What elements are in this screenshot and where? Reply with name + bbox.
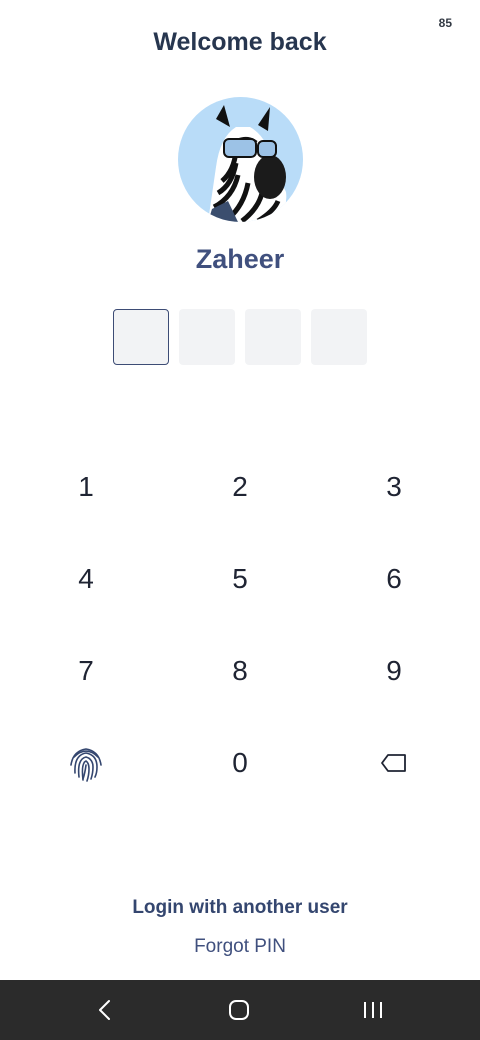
fingerprint-icon: [70, 748, 102, 782]
pin-digit-2[interactable]: [179, 309, 235, 365]
nav-home-button[interactable]: [199, 980, 279, 1040]
pin-digit-3[interactable]: [245, 309, 301, 365]
recents-icon: [364, 1002, 382, 1018]
back-icon: [99, 1000, 110, 1020]
key-8[interactable]: 8: [163, 625, 317, 717]
key-0[interactable]: 0: [163, 717, 317, 809]
home-icon: [229, 1000, 249, 1020]
key-label: 8: [232, 655, 248, 686]
nav-recents-button[interactable]: [333, 980, 413, 1040]
key-label: 1: [78, 471, 94, 502]
key-label: 2: [232, 471, 248, 502]
key-1[interactable]: 1: [9, 441, 163, 533]
numeric-keypad: 1 2 3 4 5 6 7 8 9 0: [9, 441, 471, 809]
username: Zaheer: [195, 244, 285, 274]
key-label: 7: [78, 655, 94, 686]
avatar: [178, 97, 303, 222]
key-7[interactable]: 7: [9, 625, 163, 717]
key-6[interactable]: 6: [317, 533, 471, 625]
key-2[interactable]: 2: [163, 441, 317, 533]
login-screen: 8 5 Welcome back Zaheer 1 2 3 4 5 6 7 8 9…: [0, 0, 480, 1040]
key-label: 3: [386, 471, 402, 502]
nav-back-button[interactable]: [65, 980, 145, 1040]
key-label: 4: [78, 563, 94, 594]
pin-input[interactable]: [113, 309, 367, 365]
key-3[interactable]: 3: [317, 441, 471, 533]
page-title: Welcome back: [153, 28, 327, 56]
login-another-user-link[interactable]: Login with another user: [0, 897, 480, 919]
key-5[interactable]: 5: [163, 533, 317, 625]
key-9[interactable]: 9: [317, 625, 471, 717]
pin-digit-1[interactable]: [113, 309, 169, 365]
fingerprint-button[interactable]: [9, 717, 163, 809]
key-label: 6: [386, 563, 402, 594]
key-4[interactable]: 4: [9, 533, 163, 625]
backspace-button[interactable]: [317, 717, 471, 809]
key-label: 0: [232, 747, 248, 778]
backspace-icon: [381, 754, 406, 772]
key-label: 9: [386, 655, 402, 686]
zebra-avatar-icon: [208, 105, 287, 222]
pin-digit-4[interactable]: [311, 309, 367, 365]
system-navigation-bar: [0, 980, 480, 1040]
forgot-pin-link[interactable]: Forgot PIN: [0, 936, 480, 958]
key-label: 5: [232, 563, 248, 594]
